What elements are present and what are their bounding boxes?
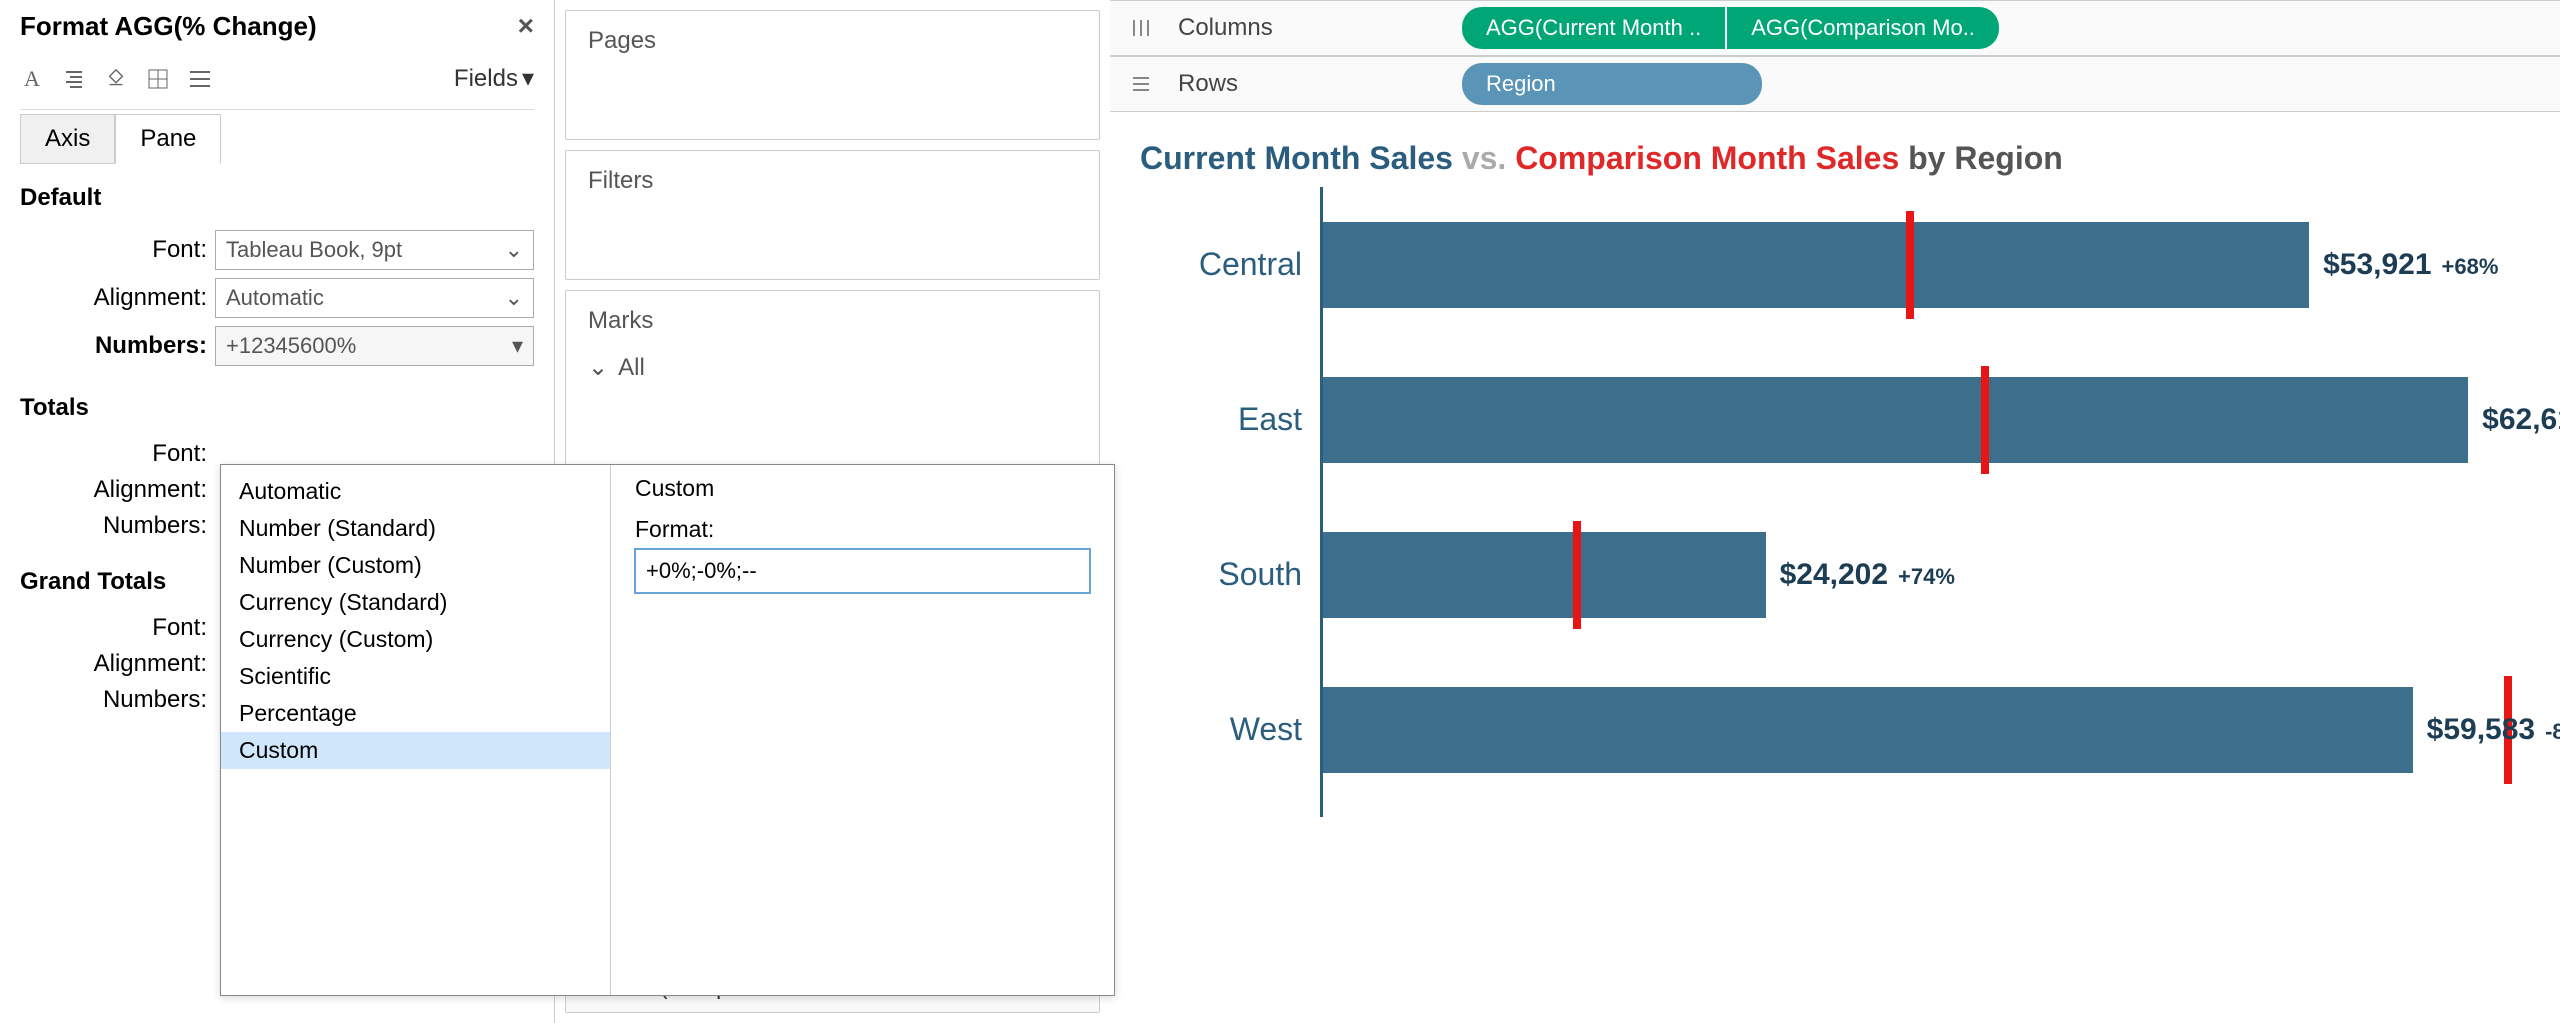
- rows-icon: [1128, 71, 1154, 97]
- pages-card[interactable]: Pages: [565, 10, 1100, 140]
- font-select[interactable]: Tableau Book, 9pt ⌄: [215, 230, 534, 270]
- gt-font-label: Font:: [20, 614, 215, 642]
- chevron-down-icon: ⌄: [588, 353, 608, 382]
- number-format-option[interactable]: Scientific: [221, 658, 610, 695]
- format-toolbar: A Fields ▾: [20, 54, 534, 110]
- columns-pills: AGG(Current Month .. AGG(Comparison Mo..: [1462, 7, 1999, 49]
- pill-comparison-month[interactable]: AGG(Comparison Mo..: [1727, 7, 1999, 49]
- borders-icon[interactable]: [146, 67, 170, 91]
- region-label: West: [1140, 711, 1320, 748]
- format-tabs: Axis Pane: [20, 114, 534, 164]
- totals-alignment-label: Alignment:: [20, 476, 215, 504]
- custom-format-input[interactable]: [635, 549, 1090, 593]
- number-format-option[interactable]: Number (Custom): [221, 547, 610, 584]
- comparison-tick: [1906, 211, 1914, 319]
- lines-icon[interactable]: [188, 67, 212, 91]
- bar-value-label: $24,202+74%: [1780, 558, 1955, 592]
- columns-label: Columns: [1178, 14, 1438, 42]
- numbers-select[interactable]: +12345600% ▾: [215, 326, 534, 366]
- format-panel-title: Format AGG(% Change): [20, 11, 317, 42]
- columns-icon: [1128, 15, 1154, 41]
- close-icon[interactable]: ×: [518, 10, 534, 42]
- number-format-popup: AutomaticNumber (Standard)Number (Custom…: [220, 464, 1115, 996]
- worksheet-area: Columns AGG(Current Month .. AGG(Compari…: [1110, 0, 2560, 1023]
- rows-label: Rows: [1178, 70, 1438, 98]
- format-panel: Format AGG(% Change) × A Fields ▾ Axis: [0, 0, 555, 1023]
- bar[interactable]: $24,202+74%: [1323, 532, 1766, 618]
- alignment-label: Alignment:: [20, 284, 215, 312]
- chevron-down-icon: ⌄: [505, 237, 523, 263]
- bar-chart: Central East South West $53,921+68% $62,618+…: [1110, 187, 2560, 817]
- chevron-down-icon: ▾: [512, 333, 523, 359]
- number-format-option[interactable]: Custom: [221, 732, 610, 769]
- section-default: Default: [20, 164, 534, 222]
- region-label: Central: [1140, 246, 1320, 283]
- marks-all-row[interactable]: ⌄ All: [588, 353, 1077, 382]
- filters-card[interactable]: Filters: [565, 150, 1100, 280]
- bar-value-label: $62,618+73%: [2482, 403, 2560, 437]
- alignment-select[interactable]: Automatic ⌄: [215, 278, 534, 318]
- chevron-down-icon: ▾: [522, 64, 534, 93]
- number-format-option[interactable]: Number (Standard): [221, 510, 610, 547]
- shading-icon[interactable]: [104, 67, 128, 91]
- numbers-label: Numbers:: [20, 332, 215, 360]
- bar[interactable]: $53,921+68%: [1323, 222, 2309, 308]
- fields-dropdown[interactable]: Fields ▾: [454, 64, 534, 93]
- section-totals: Totals: [20, 374, 534, 432]
- region-label: South: [1140, 556, 1320, 593]
- custom-heading: Custom: [635, 475, 1090, 516]
- fields-label: Fields: [454, 65, 518, 93]
- rows-shelf[interactable]: Rows Region: [1110, 56, 2560, 112]
- gt-alignment-label: Alignment:: [20, 650, 215, 678]
- bar-value-label: $53,921+68%: [2323, 248, 2498, 282]
- number-format-option[interactable]: Automatic: [221, 473, 610, 510]
- number-format-option[interactable]: Currency (Standard): [221, 584, 610, 621]
- pill-current-month[interactable]: AGG(Current Month ..: [1462, 7, 1725, 49]
- totals-numbers-label: Numbers:: [20, 512, 215, 540]
- columns-shelf[interactable]: Columns AGG(Current Month .. AGG(Compari…: [1110, 0, 2560, 56]
- chevron-down-icon: ⌄: [505, 285, 523, 311]
- comparison-tick: [1981, 366, 1989, 474]
- align-icon[interactable]: [62, 67, 86, 91]
- tab-pane[interactable]: Pane: [115, 114, 221, 164]
- font-label: Font:: [20, 236, 215, 264]
- number-format-list: AutomaticNumber (Standard)Number (Custom…: [221, 465, 611, 995]
- comparison-tick: [1573, 521, 1581, 629]
- pill-region[interactable]: Region: [1462, 63, 1762, 105]
- region-label: East: [1140, 401, 1320, 438]
- bar[interactable]: $59,583-8%: [1323, 687, 2413, 773]
- number-format-detail: Custom Format:: [611, 465, 1114, 995]
- font-a-icon[interactable]: A: [20, 67, 44, 91]
- number-format-option[interactable]: Currency (Custom): [221, 621, 610, 658]
- totals-font-label: Font:: [20, 440, 215, 468]
- bar-value-label: $59,583-8%: [2427, 713, 2560, 747]
- number-format-option[interactable]: Percentage: [221, 695, 610, 732]
- bar[interactable]: $62,618+73%: [1323, 377, 2468, 463]
- gt-numbers-label: Numbers:: [20, 686, 215, 714]
- tab-axis[interactable]: Axis: [20, 114, 115, 164]
- format-field-label: Format:: [635, 516, 1090, 549]
- viz-title: Current Month Sales vs. Comparison Month…: [1110, 112, 2560, 187]
